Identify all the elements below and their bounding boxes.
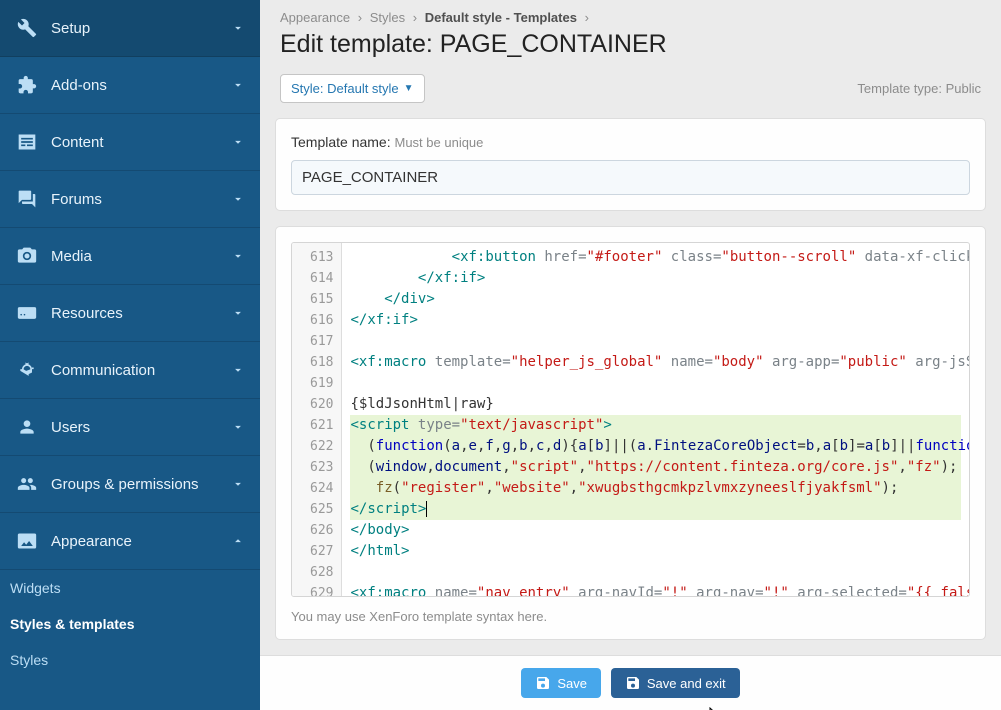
editor-panel: 6136146156166176186196206216226236246256… xyxy=(275,226,986,640)
code-line[interactable]: <xf:macro name="nav_entry" arg-navId="!"… xyxy=(350,583,961,596)
editor-help-text: You may use XenForo template syntax here… xyxy=(291,597,970,624)
user-icon xyxy=(15,417,39,437)
caret-down-icon: ▼ xyxy=(404,83,414,94)
save-icon xyxy=(535,675,551,691)
breadcrumb-link[interactable]: Appearance xyxy=(280,10,350,25)
code-line[interactable]: (window,document,"script","https://conte… xyxy=(350,457,961,478)
nav-label: Groups & permissions xyxy=(51,476,231,493)
code-line[interactable] xyxy=(350,562,961,583)
code-line[interactable] xyxy=(350,331,961,352)
chevron-down-icon xyxy=(231,78,245,92)
nav-label: Communication xyxy=(51,362,231,379)
chevron-down-icon xyxy=(231,477,245,491)
wrench-icon xyxy=(15,18,39,38)
nav-label: Appearance xyxy=(51,533,231,550)
code-line[interactable]: <xf:macro template="helper_js_global" na… xyxy=(350,352,961,373)
line-gutter: 6136146156166176186196206216226236246256… xyxy=(292,243,342,596)
save-button[interactable]: Save xyxy=(521,668,601,698)
nav-item-appearance[interactable]: Appearance xyxy=(0,513,260,570)
footer-actions: Save Save and exit xyxy=(260,655,1001,710)
chevron-up-icon xyxy=(231,534,245,548)
comments-icon xyxy=(15,189,39,209)
nav-item-users[interactable]: Users xyxy=(0,399,260,456)
code-line[interactable]: </xf:if> xyxy=(350,268,961,289)
nav-label: Resources xyxy=(51,305,231,322)
code-line[interactable]: (function(a,e,f,g,b,c,d){a[b]||(a.Fintez… xyxy=(350,436,961,457)
style-selector[interactable]: Style: Default style ▼ xyxy=(280,74,425,103)
nav-subitem[interactable]: Styles & templates xyxy=(0,606,260,642)
users-icon xyxy=(15,474,39,494)
nav-item-media[interactable]: Media xyxy=(0,228,260,285)
camera-icon xyxy=(15,246,39,266)
breadcrumb-link[interactable]: Templates xyxy=(514,10,577,25)
code-area[interactable]: <xf:button href="#footer" class="button-… xyxy=(342,243,969,596)
nav-label: Setup xyxy=(51,20,231,37)
nav-item-resources[interactable]: Resources xyxy=(0,285,260,342)
nav-subitem[interactable]: Widgets xyxy=(0,570,260,606)
main-content: Appearance › Styles › Default style - Te… xyxy=(260,0,1001,710)
chevron-down-icon xyxy=(231,306,245,320)
name-panel: Template name: Must be unique xyxy=(275,118,986,211)
code-line[interactable]: </div> xyxy=(350,289,961,310)
save-icon xyxy=(625,675,641,691)
breadcrumb-current: Default style xyxy=(425,10,502,25)
code-line[interactable]: </html> xyxy=(350,541,961,562)
chevron-down-icon xyxy=(231,249,245,263)
news-icon xyxy=(15,132,39,152)
sidebar: Setup Add-ons Content Forums Media Resou… xyxy=(0,0,260,710)
code-line[interactable]: </xf:if> xyxy=(350,310,961,331)
code-line[interactable]: </script> xyxy=(350,499,961,520)
bullhorn-icon xyxy=(15,360,39,380)
save-exit-button[interactable]: Save and exit xyxy=(611,668,740,698)
code-editor[interactable]: 6136146156166176186196206216226236246256… xyxy=(291,242,970,597)
template-type-label: Template type: Public xyxy=(857,81,981,96)
puzzle-icon xyxy=(15,75,39,95)
breadcrumb-link[interactable]: Styles xyxy=(370,10,405,25)
nav-label: Users xyxy=(51,419,231,436)
page-title: Edit template: PAGE_CONTAINER xyxy=(260,30,1001,74)
nav-label: Content xyxy=(51,134,231,151)
chevron-down-icon xyxy=(231,192,245,206)
chevron-down-icon xyxy=(231,135,245,149)
code-line[interactable]: </body> xyxy=(350,520,961,541)
drive-icon xyxy=(15,303,39,323)
nav-item-add-ons[interactable]: Add-ons xyxy=(0,57,260,114)
chevron-down-icon xyxy=(231,363,245,377)
chevron-down-icon xyxy=(231,420,245,434)
code-line[interactable]: <xf:button href="#footer" class="button-… xyxy=(350,247,961,268)
code-line[interactable]: fz("register","website","xwugbsthgcmkpzl… xyxy=(350,478,961,499)
nav-subitem[interactable]: Styles xyxy=(0,642,260,678)
image-icon xyxy=(15,531,39,551)
code-line[interactable] xyxy=(350,373,961,394)
nav-label: Media xyxy=(51,248,231,265)
nav-item-content[interactable]: Content xyxy=(0,114,260,171)
nav-item-forums[interactable]: Forums xyxy=(0,171,260,228)
nav-label: Forums xyxy=(51,191,231,208)
nav-label: Add-ons xyxy=(51,77,231,94)
chevron-down-icon xyxy=(231,21,245,35)
code-line[interactable]: <script type="text/javascript"> xyxy=(350,415,961,436)
template-name-input[interactable] xyxy=(291,160,970,195)
template-name-label: Template name: Must be unique xyxy=(291,134,970,150)
code-line[interactable]: {$ldJsonHtml|raw} xyxy=(350,394,961,415)
nav-item-communication[interactable]: Communication xyxy=(0,342,260,399)
nav-item-setup[interactable]: Setup xyxy=(0,0,260,57)
nav-item-groups-permissions[interactable]: Groups & permissions xyxy=(0,456,260,513)
breadcrumb: Appearance › Styles › Default style - Te… xyxy=(260,0,1001,30)
